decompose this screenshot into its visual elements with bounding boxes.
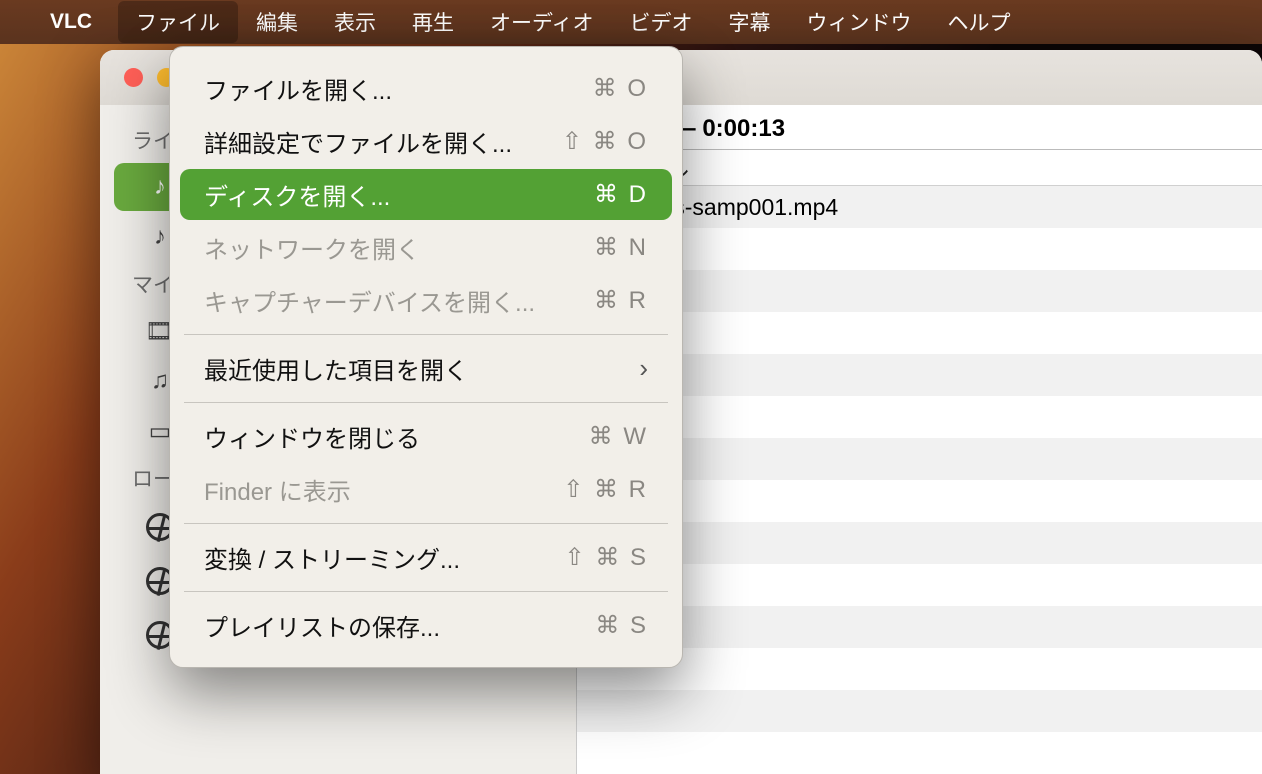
- shortcut-text: ⌘ W: [589, 422, 648, 451]
- menu-open-file[interactable]: ファイルを開く... ⌘ O: [180, 63, 672, 114]
- menubar-video[interactable]: ビデオ: [612, 1, 711, 43]
- menu-open-capture[interactable]: キャプチャーデバイスを開く... ⌘ R: [180, 275, 672, 326]
- app-name[interactable]: VLC: [50, 10, 92, 34]
- menu-separator: [184, 334, 668, 335]
- menubar-help[interactable]: ヘルプ: [930, 1, 1029, 43]
- shortcut-text: ⇧ ⌘ S: [565, 543, 648, 572]
- menubar-subtitle[interactable]: 字幕: [711, 1, 789, 43]
- menu-separator: [184, 523, 668, 524]
- shortcut-text: ⌘ S: [595, 611, 648, 640]
- shortcut-text: ⌘ D: [594, 180, 648, 209]
- menu-item-label: ディスクを開く...: [204, 177, 390, 212]
- menubar-file[interactable]: ファイル: [118, 1, 238, 43]
- menubar-playback[interactable]: 再生: [394, 1, 472, 43]
- chevron-right-icon: ›: [639, 353, 648, 384]
- menu-save-playlist[interactable]: プレイリストの保存... ⌘ S: [180, 600, 672, 651]
- shortcut-text: ⌘ N: [594, 233, 648, 262]
- menu-open-recent[interactable]: 最近使用した項目を開く ›: [180, 343, 672, 394]
- menubar-view[interactable]: 表示: [316, 1, 394, 43]
- menubar-edit[interactable]: 編集: [238, 1, 316, 43]
- menu-convert-stream[interactable]: 変換 / ストリーミング... ⇧ ⌘ S: [180, 532, 672, 583]
- menu-item-label: Finder に表示: [204, 472, 351, 507]
- menubar-window[interactable]: ウィンドウ: [789, 1, 930, 43]
- menu-close-window[interactable]: ウィンドウを閉じる ⌘ W: [180, 411, 672, 462]
- table-row: [577, 732, 1262, 774]
- menu-item-label: 最近使用した項目を開く: [204, 351, 468, 386]
- shortcut-text: ⇧ ⌘ O: [562, 127, 648, 156]
- shortcut-text: ⌘ O: [593, 74, 648, 103]
- menu-separator: [184, 591, 668, 592]
- menu-item-label: ネットワークを開く: [204, 230, 420, 265]
- menu-separator: [184, 402, 668, 403]
- shortcut-text: ⌘ R: [594, 286, 648, 315]
- file-menu: ファイルを開く... ⌘ O 詳細設定でファイルを開く... ⇧ ⌘ O ディス…: [169, 46, 683, 668]
- menu-item-label: キャプチャーデバイスを開く...: [204, 283, 535, 318]
- shortcut-text: ⇧ ⌘ R: [563, 475, 648, 504]
- menu-reveal-in-finder[interactable]: Finder に表示 ⇧ ⌘ R: [180, 464, 672, 515]
- macos-menubar: VLC ファイル 編集 表示 再生 オーディオ ビデオ 字幕 ウィンドウ ヘルプ: [0, 0, 1262, 44]
- menu-item-label: プレイリストの保存...: [204, 608, 440, 643]
- menu-item-label: ウィンドウを閉じる: [204, 419, 420, 454]
- menu-open-disc[interactable]: ディスクを開く... ⌘ D: [180, 169, 672, 220]
- menu-open-file-advanced[interactable]: 詳細設定でファイルを開く... ⇧ ⌘ O: [180, 116, 672, 167]
- window-close-button[interactable]: [124, 68, 143, 87]
- menu-open-network[interactable]: ネットワークを開く ⌘ N: [180, 222, 672, 273]
- menu-item-label: 詳細設定でファイルを開く...: [204, 124, 512, 159]
- table-row: [577, 690, 1262, 732]
- menu-item-label: 変換 / ストリーミング...: [204, 540, 460, 575]
- menu-item-label: ファイルを開く...: [204, 71, 392, 106]
- menubar-audio[interactable]: オーディオ: [472, 1, 612, 43]
